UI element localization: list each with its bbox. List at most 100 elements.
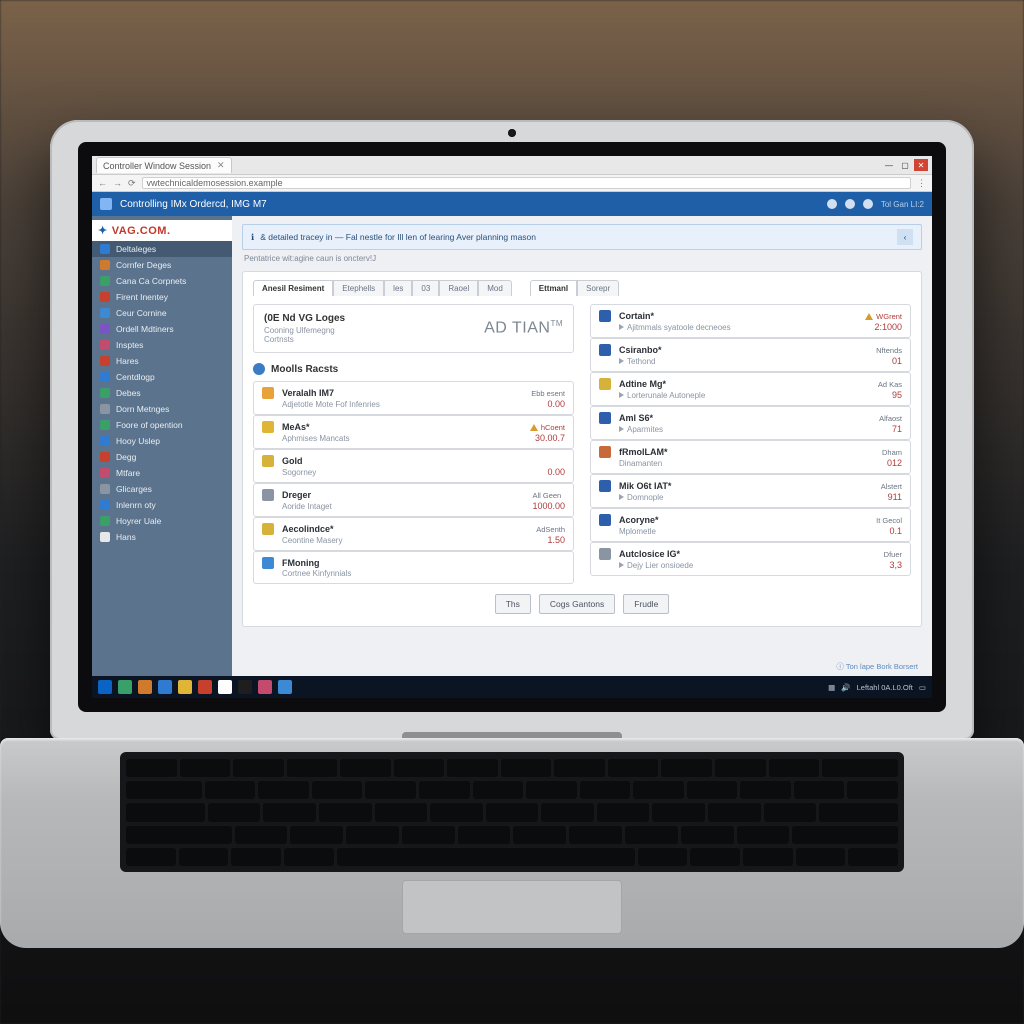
sidebar-item-icon — [100, 452, 110, 462]
sidebar-item-label: Cornfer Deges — [116, 260, 171, 270]
metric-card[interactable]: DregerAll GeenAoride Intaget1000.00 — [253, 483, 574, 517]
panel-tab[interactable]: Anesil Resiment — [253, 280, 333, 296]
panel-columns: (0E Nd VG Loges Cooning Ulfemegng Cortns… — [253, 304, 911, 584]
sidebar-item[interactable]: Inlenrn oty — [92, 497, 232, 513]
card-title: FMoning — [282, 558, 559, 568]
sidebar-item[interactable]: Firent Inentey — [92, 289, 232, 305]
taskbar-app-icon[interactable] — [138, 680, 152, 694]
trackpad — [402, 880, 622, 934]
card-subtitle: Ajitmmals syatoole decneoes — [619, 323, 859, 332]
window-maximize[interactable]: ▢ — [898, 159, 912, 171]
panel-button[interactable]: Cogs Gantons — [539, 594, 615, 614]
screen: Controller Window Session ✕ — ▢ ✕ ← → ⟳ … — [92, 156, 932, 698]
window-minimize[interactable]: — — [882, 159, 896, 171]
metric-card[interactable]: Veralalh IM7Ebb esentAdjetotle Mote Fof … — [253, 381, 574, 415]
panel-tab[interactable]: Raoel — [439, 280, 478, 296]
banner-collapse-icon[interactable]: ‹ — [897, 229, 913, 245]
taskbar-app-icon[interactable] — [178, 680, 192, 694]
sidebar-item[interactable]: Glicarges — [92, 481, 232, 497]
sidebar-item[interactable]: Debes — [92, 385, 232, 401]
sidebar-item[interactable]: Degg — [92, 449, 232, 465]
metric-card[interactable]: MeAs*hCoentAphmises Mancats30.00.7 — [253, 415, 574, 449]
sub-note: Pentatrice wit:agine caun is oncterv!J — [244, 254, 920, 263]
panel-tab[interactable]: les — [384, 280, 412, 296]
metric-card[interactable]: Cortain*WGrentAjitmmals syatoole decneoe… — [590, 304, 911, 338]
nav-forward-icon[interactable]: → — [113, 178, 122, 188]
card-title: Aecolindce* — [282, 524, 530, 534]
metric-card[interactable]: fRmolLAM*DhamDinamanten012 — [590, 440, 911, 474]
card-badge: Dham — [882, 448, 902, 457]
card-title: Csiranbo* — [619, 345, 870, 355]
sidebar-item[interactable]: Ordell Mdtiners — [92, 321, 232, 337]
taskbar-app-icon[interactable] — [158, 680, 172, 694]
panel-button[interactable]: Frudle — [623, 594, 669, 614]
sidebar-item[interactable]: Dorn Metnges — [92, 401, 232, 417]
metric-card[interactable]: Acoryne*It GecolMplometle0.1 — [590, 508, 911, 542]
metric-card[interactable]: Adtine Mg*Ad KasLorterunale Autoneple95 — [590, 372, 911, 406]
sidebar-item[interactable]: Hooy Uslep — [92, 433, 232, 449]
panel-tab[interactable]: Mod — [478, 280, 512, 296]
browser-tab[interactable]: Controller Window Session ✕ — [96, 157, 232, 173]
sidebar-item[interactable]: Mtfare — [92, 465, 232, 481]
taskbar-app-icon[interactable] — [278, 680, 292, 694]
taskbar-search-icon[interactable] — [118, 680, 132, 694]
taskbar-app-icon[interactable] — [258, 680, 272, 694]
panel-tabs-right: EttmanlSorepr — [530, 280, 619, 296]
card-subtitle: Ceontine Masery — [282, 536, 530, 545]
metric-card[interactable]: Csiranbo*NftendsTethond01 — [590, 338, 911, 372]
warning-icon — [530, 424, 538, 431]
sidebar-item[interactable]: Ceur Cornine — [92, 305, 232, 321]
card-icon — [599, 310, 611, 322]
sidebar-item[interactable]: Foore of opention — [92, 417, 232, 433]
header-action-icon[interactable] — [827, 199, 837, 209]
browser-menu-icon[interactable]: ⋮ — [917, 178, 926, 189]
metric-card[interactable]: Aml S6*AlfaostAparmites71 — [590, 406, 911, 440]
panel-tab[interactable]: 03 — [412, 280, 439, 296]
sidebar-item-label: Ceur Cornine — [116, 308, 167, 318]
metric-card[interactable]: Aecolindce*AdSenthCeontine Masery1.50 — [253, 517, 574, 551]
sidebar-item-label: Debes — [116, 388, 141, 398]
panel-tab[interactable]: Ettmanl — [530, 280, 577, 296]
sidebar-item[interactable]: Insptes — [92, 337, 232, 353]
play-icon — [619, 392, 624, 398]
brand-logo[interactable]: ✦ VAG.COM. — [92, 220, 232, 241]
header-action-icon[interactable] — [845, 199, 855, 209]
taskbar-app-icon[interactable] — [238, 680, 252, 694]
start-menu-icon[interactable] — [98, 680, 112, 694]
sidebar-item[interactable]: Cana Ca Corpnets — [92, 273, 232, 289]
tray-network-icon[interactable]: ▦ — [828, 683, 835, 692]
url-field[interactable]: vwtechnicaldemosession.example — [142, 177, 911, 189]
close-tab-icon[interactable]: ✕ — [217, 160, 225, 171]
sidebar-item[interactable]: Centdlogp — [92, 369, 232, 385]
metric-card[interactable]: Mik O6t IAT*AlstertDomnople911 — [590, 474, 911, 508]
card-badge: Alstert — [881, 482, 902, 491]
metric-card[interactable]: FMoningCortnee Kinfynnials — [253, 551, 574, 584]
sidebar-item[interactable]: Hoyrer Uale — [92, 513, 232, 529]
card-icon — [262, 489, 274, 501]
sidebar-item-icon — [100, 292, 110, 302]
sidebar-item[interactable]: Hans — [92, 529, 232, 545]
sidebar-item-label: Centdlogp — [116, 372, 155, 382]
sidebar-item[interactable]: Cornfer Deges — [92, 257, 232, 273]
hero-title: (0E Nd VG Loges — [264, 313, 474, 324]
sidebar-item[interactable]: Hares — [92, 353, 232, 369]
card-badge: hCoent — [530, 423, 565, 432]
panel-tab[interactable]: Sorepr — [577, 280, 619, 296]
panel-tab[interactable]: Etephells — [333, 280, 384, 296]
nav-back-icon[interactable]: ← — [98, 178, 107, 188]
metric-card[interactable]: Autclosice IG*DfuerDejy Lier onsioede3,3 — [590, 542, 911, 576]
card-subtitle: Aoride Intaget — [282, 502, 526, 511]
tray-notifications-icon[interactable]: ▭ — [919, 683, 926, 692]
tray-volume-icon[interactable]: 🔊 — [841, 683, 850, 692]
taskbar-app-icon[interactable] — [198, 680, 212, 694]
panel-button[interactable]: Ths — [495, 594, 531, 614]
nav-reload-icon[interactable]: ⟳ — [128, 178, 136, 189]
taskbar-app-icon[interactable] — [218, 680, 232, 694]
page-footer-link[interactable]: ⓘ Ton lape Bork Borsert — [836, 661, 918, 672]
card-icon — [262, 455, 274, 467]
metric-card[interactable]: GoldSogorney0.00 — [253, 449, 574, 483]
header-user-icon[interactable] — [863, 199, 873, 209]
taskbar-clock[interactable]: Leftahl 0A.L0.Oft — [857, 683, 913, 692]
window-close[interactable]: ✕ — [914, 159, 928, 171]
sidebar-item[interactable]: Deltaleges — [92, 241, 232, 257]
